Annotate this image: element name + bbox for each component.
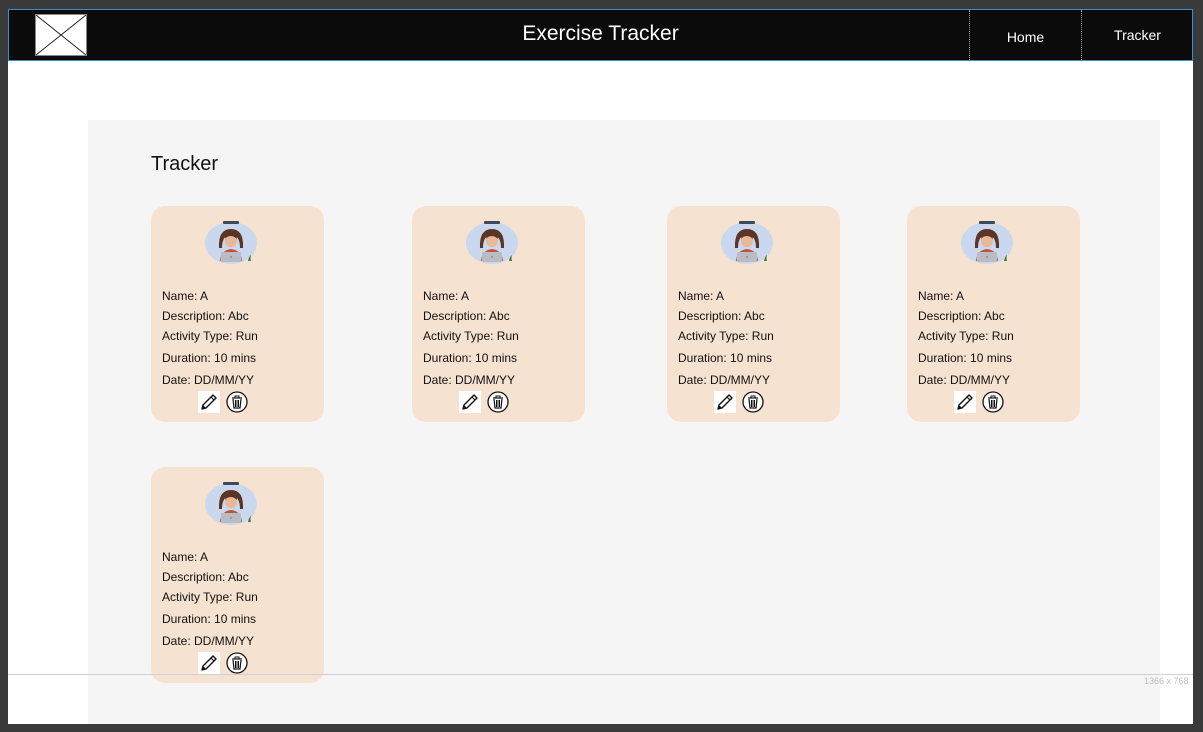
card-date: Date: DD/MM/YY bbox=[423, 373, 516, 387]
pencil-icon[interactable] bbox=[954, 391, 976, 413]
card-actions bbox=[954, 391, 1006, 413]
user-avatar-icon bbox=[465, 221, 519, 265]
card-duration: Duration: 10 mins bbox=[162, 351, 257, 365]
card-actions bbox=[714, 391, 766, 413]
nav-home-link[interactable]: Home bbox=[969, 10, 1081, 60]
card-activity-type: Activity Type: Run bbox=[423, 329, 519, 343]
card-actions bbox=[198, 652, 250, 674]
trash-icon[interactable] bbox=[487, 391, 509, 413]
card-name: Name: A bbox=[423, 289, 470, 303]
page-title: Tracker bbox=[151, 153, 219, 175]
user-avatar-icon bbox=[204, 221, 258, 265]
card-activity-type: Activity Type: Run bbox=[162, 590, 258, 604]
card-duration: Duration: 10 mins bbox=[423, 351, 518, 365]
card-description: Description: Abc bbox=[162, 309, 249, 323]
trash-icon[interactable] bbox=[226, 652, 248, 674]
card-duration: Duration: 10 mins bbox=[162, 612, 257, 626]
exercise-card: Name: A Description: Abc Activity Type: … bbox=[151, 467, 324, 683]
nav-tracker-link[interactable]: Tracker bbox=[1081, 10, 1193, 60]
trash-icon[interactable] bbox=[982, 391, 1004, 413]
card-duration: Duration: 10 mins bbox=[918, 351, 1013, 365]
pencil-icon[interactable] bbox=[459, 391, 481, 413]
card-date: Date: DD/MM/YY bbox=[918, 373, 1011, 387]
exercise-card: Name: A Description: Abc Activity Type: … bbox=[412, 206, 585, 422]
card-name: Name: A bbox=[162, 550, 209, 564]
card-actions bbox=[459, 391, 511, 413]
app-frame: Exercise Tracker Home Tracker Tracker Na… bbox=[8, 9, 1193, 724]
card-name: Name: A bbox=[918, 289, 965, 303]
pencil-icon[interactable] bbox=[198, 391, 220, 413]
exercise-card: Name: A Description: Abc Activity Type: … bbox=[907, 206, 1080, 422]
card-name: Name: A bbox=[162, 289, 209, 303]
card-description: Description: Abc bbox=[918, 309, 1005, 323]
card-activity-type: Activity Type: Run bbox=[918, 329, 1014, 343]
viewport-size-label: 1366 x 768 bbox=[1144, 676, 1189, 686]
card-description: Description: Abc bbox=[678, 309, 765, 323]
card-date: Date: DD/MM/YY bbox=[678, 373, 771, 387]
card-actions bbox=[198, 391, 250, 413]
user-avatar-icon bbox=[960, 221, 1014, 265]
exercise-card: Name: A Description: Abc Activity Type: … bbox=[151, 206, 324, 422]
pencil-icon[interactable] bbox=[198, 652, 220, 674]
trash-icon[interactable] bbox=[226, 391, 248, 413]
user-avatar-icon bbox=[720, 221, 774, 265]
card-date: Date: DD/MM/YY bbox=[162, 634, 255, 648]
viewport-divider bbox=[8, 674, 1193, 675]
card-name: Name: A bbox=[678, 289, 725, 303]
trash-icon[interactable] bbox=[742, 391, 764, 413]
card-activity-type: Activity Type: Run bbox=[162, 329, 258, 343]
card-duration: Duration: 10 mins bbox=[678, 351, 773, 365]
logo-placeholder-icon[interactable] bbox=[35, 14, 87, 56]
card-date: Date: DD/MM/YY bbox=[162, 373, 255, 387]
user-avatar-icon bbox=[204, 482, 258, 526]
card-activity-type: Activity Type: Run bbox=[678, 329, 774, 343]
tracker-content: Tracker Name: A Description: Abc Activit… bbox=[88, 120, 1160, 724]
exercise-card: Name: A Description: Abc Activity Type: … bbox=[667, 206, 840, 422]
top-navbar: Exercise Tracker Home Tracker bbox=[8, 9, 1193, 61]
card-description: Description: Abc bbox=[423, 309, 510, 323]
card-description: Description: Abc bbox=[162, 570, 249, 584]
pencil-icon[interactable] bbox=[714, 391, 736, 413]
